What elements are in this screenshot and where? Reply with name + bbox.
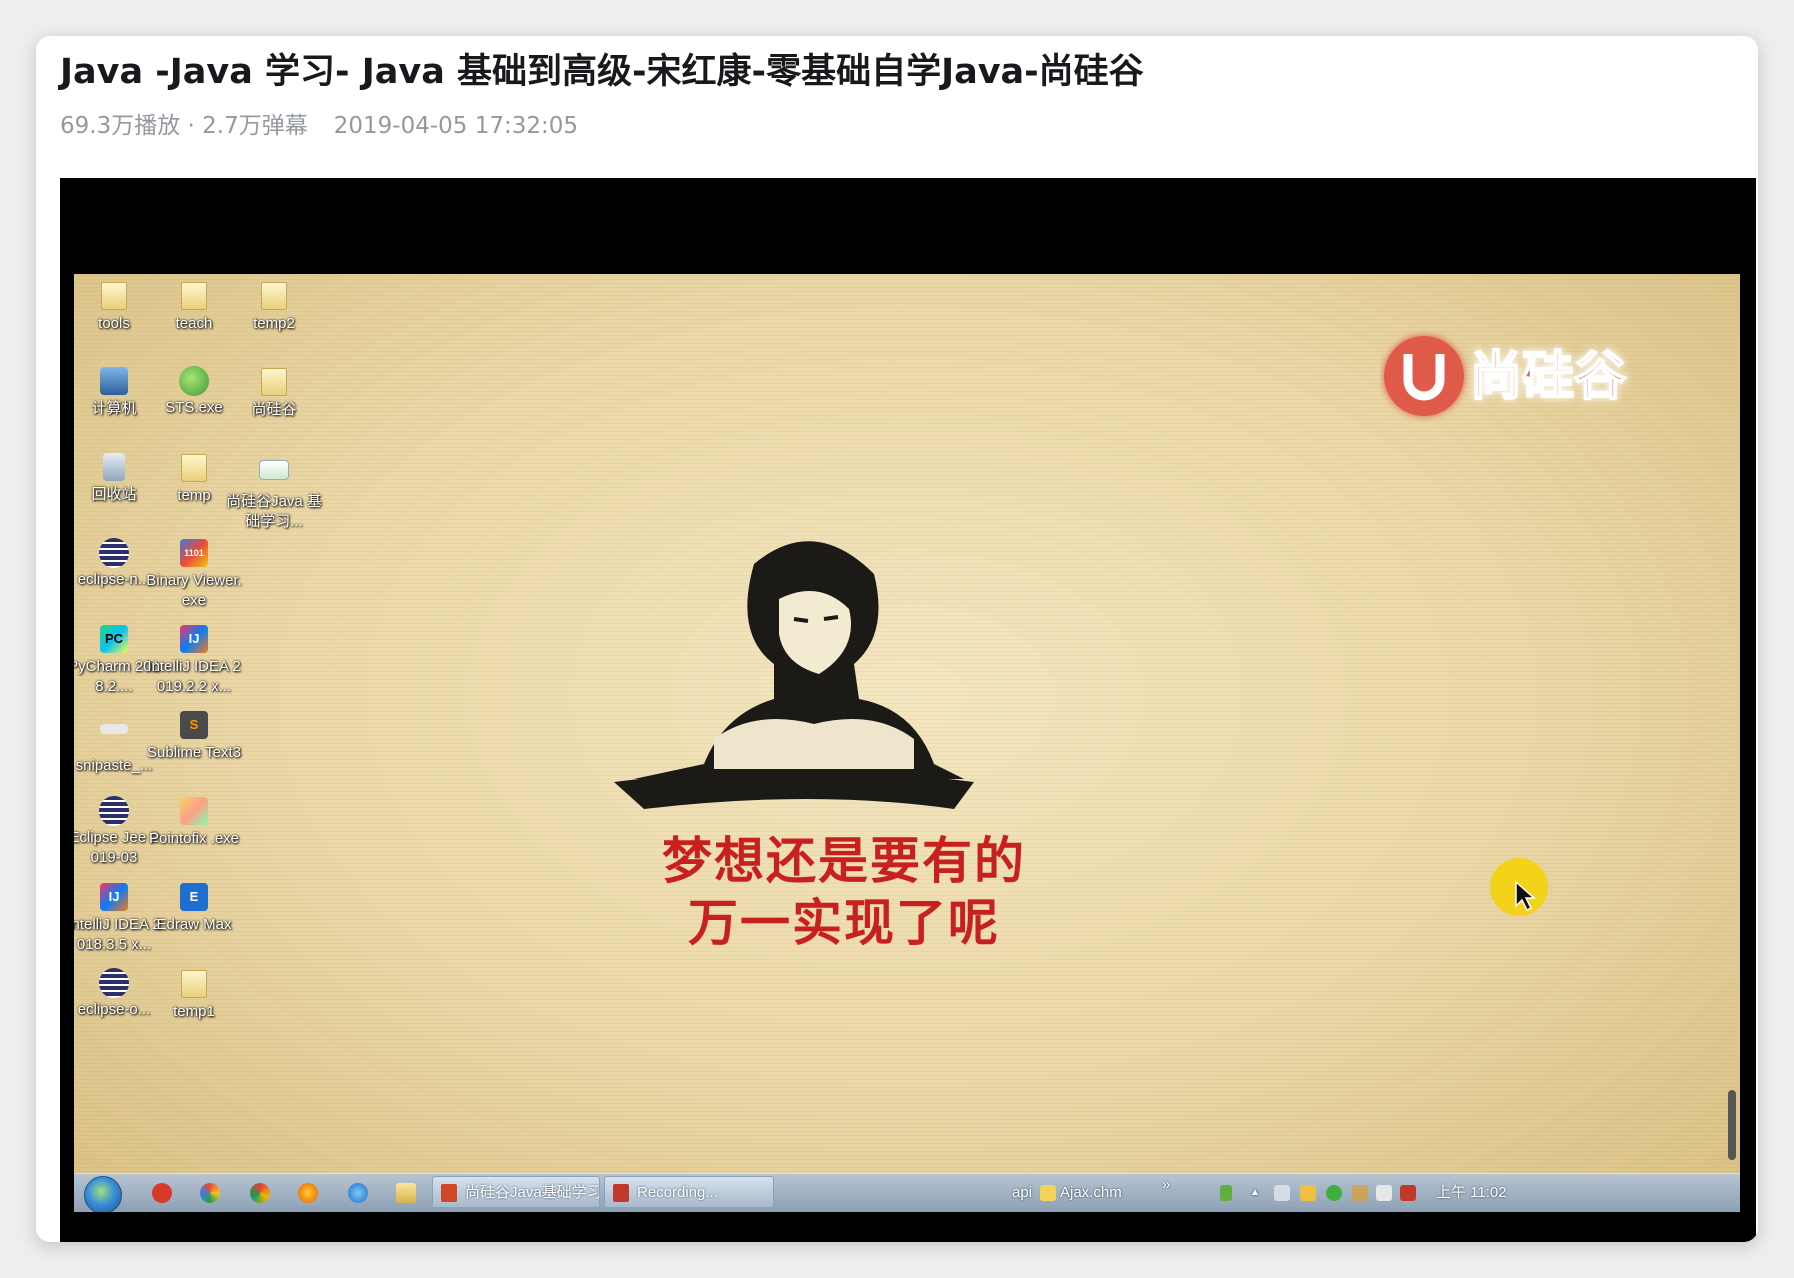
eclipse-icon: [99, 796, 129, 826]
folder-icon: [261, 282, 287, 310]
binary-viewer-icon: 1101: [180, 539, 208, 567]
eclipse-icon: [99, 968, 129, 998]
document-icon: [259, 460, 289, 480]
video-player[interactable]: tools teach temp2 计算机 STS.exe 尚硅谷 回收站 te…: [60, 178, 1756, 1242]
intellij-icon: IJ: [100, 883, 128, 911]
tray-plus-icon[interactable]: [1326, 1185, 1342, 1201]
display-icon[interactable]: [1400, 1185, 1416, 1201]
video-date: 2019-04-05 17:32:05: [333, 113, 579, 139]
desktop-icon-label: Edraw Max: [156, 916, 232, 933]
desktop-icon-label: 尚硅谷: [251, 401, 297, 418]
start-button[interactable]: [84, 1176, 122, 1212]
recording-icon: [613, 1184, 629, 1202]
desktop-icon-label: Pointofix .exe: [148, 830, 240, 847]
usb-icon[interactable]: [1220, 1185, 1232, 1201]
quicklaunch-app-icon[interactable]: [152, 1183, 172, 1203]
video-card: Java -Java 学习- Java 基础到高级-宋红康-零基础自学Java-…: [36, 36, 1758, 1242]
clipboard-icon[interactable]: [1376, 1185, 1392, 1201]
snipaste-icon: [100, 724, 128, 734]
toolbar-api[interactable]: api: [1012, 1174, 1032, 1212]
taskbar-task-powerpoint[interactable]: 尚硅谷Java基础学习...: [432, 1176, 600, 1208]
taskbar-task-recording[interactable]: Recording...: [604, 1176, 774, 1208]
chrome-icon[interactable]: [250, 1183, 270, 1203]
desktop-icon-sublime[interactable]: S Sublime Text3: [146, 710, 242, 763]
desktop-icon-label: Sublime Text3: [147, 744, 241, 761]
folder-icon: [101, 282, 127, 310]
edraw-icon: E: [180, 883, 208, 911]
eclipse-icon: [99, 538, 129, 568]
mouse-cursor-icon: [1515, 880, 1536, 912]
logo-text: 尚硅谷: [1470, 347, 1626, 407]
desktop-icon-temp2[interactable]: temp2: [226, 280, 322, 334]
folder-icon: [181, 282, 207, 310]
powerpoint-icon: [441, 1184, 457, 1202]
folder-icon: [261, 368, 287, 396]
girl-illustration: [614, 541, 974, 809]
folder-icon: [181, 970, 207, 998]
help-file-icon: [1040, 1185, 1056, 1201]
explorer-folder-icon[interactable]: [396, 1183, 416, 1203]
quicklaunch-browser-icon[interactable]: [200, 1183, 220, 1203]
slogan-line-1: 梦想还是要有的: [662, 833, 1026, 889]
sublime-icon: S: [180, 711, 208, 739]
tray-expand-icon[interactable]: ▲: [1250, 1174, 1260, 1212]
internet-explorer-icon[interactable]: [348, 1183, 368, 1203]
intellij-icon: IJ: [180, 625, 208, 653]
video-meta: 69.3万播放 · 2.7万弹幕 2019-04-05 17:32:05: [60, 110, 578, 142]
desktop-icon-label: IntelliJ IDEA 2019.2.2 x...: [147, 658, 241, 695]
scrollbar[interactable]: [1728, 1090, 1736, 1160]
desktop-icon-intellij-2019[interactable]: IJ IntelliJ IDEA 2019.2.2 x...: [146, 624, 242, 697]
desktop-icon-binary-viewer[interactable]: 1101 Binary Viewer.exe: [146, 538, 242, 611]
network-icon[interactable]: [1352, 1185, 1368, 1201]
firefox-icon[interactable]: [298, 1183, 318, 1203]
desktop-icon-pointofix[interactable]: Pointofix .exe: [146, 796, 242, 849]
toolbar-ajax-chm[interactable]: Ajax.chm: [1060, 1174, 1122, 1212]
desktop-icon-edraw[interactable]: E Edraw Max: [146, 882, 242, 935]
toolbar-more-chevron[interactable]: »: [1162, 1166, 1170, 1204]
shangguigu-logo: 尚硅谷: [1384, 336, 1627, 416]
pycharm-icon: PC: [100, 625, 128, 653]
tray-app-icon[interactable]: [1300, 1185, 1316, 1201]
taskbar-task-label: 尚硅谷Java基础学习...: [465, 1184, 600, 1201]
computer-icon: [100, 367, 128, 395]
desktop-icon-temp1[interactable]: temp1: [146, 968, 242, 1022]
desktop-icon-shangguigu[interactable]: 尚硅谷: [226, 366, 322, 420]
spring-leaf-icon: [179, 366, 209, 396]
desktop-icon-label: Binary Viewer.exe: [146, 572, 242, 609]
recycle-bin-icon: [103, 453, 125, 481]
taskbar-task-label: Recording...: [637, 1184, 718, 1201]
slogan-line-2: 万一实现了呢: [688, 895, 1000, 951]
desktop-icon-java-doc[interactable]: 尚硅谷Java 基础学习...: [226, 452, 322, 532]
desktop-icon-label: 尚硅谷Java 基础学习...: [226, 493, 322, 530]
taskbar-clock[interactable]: 上午 11:02: [1436, 1174, 1507, 1212]
desktop-icon-label: temp1: [173, 1003, 215, 1020]
pointofix-icon: [180, 797, 208, 825]
desktop-icon-label: temp2: [253, 315, 295, 332]
video-title: Java -Java 学习- Java 基础到高级-宋红康-零基础自学Java-…: [60, 52, 1144, 92]
video-stats: 69.3万播放 · 2.7万弹幕: [60, 113, 308, 139]
desktop-screen: tools teach temp2 计算机 STS.exe 尚硅谷 回收站 te…: [74, 274, 1740, 1212]
windows-taskbar: 尚硅谷Java基础学习... Recording... api Ajax.chm…: [74, 1173, 1740, 1212]
folder-icon: [181, 454, 207, 482]
volume-icon[interactable]: [1274, 1185, 1290, 1201]
